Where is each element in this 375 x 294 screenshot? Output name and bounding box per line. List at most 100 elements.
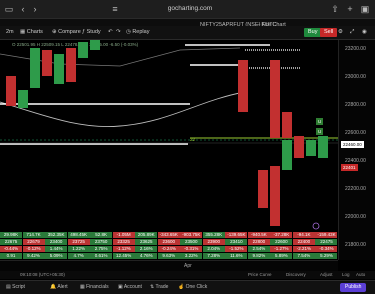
tab-trade[interactable]: ⇅ Trade [150,283,168,292]
tab-financials[interactable]: ▦ Financials [80,283,109,292]
stats-row: 29.98K 714.7K 352.35K 498.45K 52.8K -1.05M 205… [0,232,338,238]
tab-label: One Click [185,284,208,290]
footprint-candle[interactable] [294,136,304,158]
price-curve-toggle[interactable]: Price Curve [248,271,272,279]
settings-icon[interactable]: ⚙ [338,28,343,37]
stats-cell: 12.45% [112,253,135,259]
price-tick: 23000.00 [345,74,366,80]
chevron-left-icon[interactable]: ‹ [18,4,28,14]
adjust-toggle[interactable]: Adjust [320,271,333,279]
footprint-candle[interactable] [6,76,16,106]
stats-cell: 2.54% [247,246,270,252]
stats-cell: 23410 [225,239,248,245]
buy-button[interactable]: Buy [304,28,322,37]
status-row: 09:10:08 (UTC+05:30) Price Curve Discove… [0,271,375,279]
stats-cell: 22600 [270,239,293,245]
stats-cell: 22679 [22,239,45,245]
level-badge: 22 [190,137,196,142]
stats-cell: 7.28% [202,253,225,259]
price-axis[interactable]: 23200.00 23000.00 22800.00 22600.00 2240… [338,40,375,260]
interval-selector[interactable]: 2m [6,28,14,37]
footprint-candle[interactable] [306,140,316,156]
stats-cell: 23600 [157,239,180,245]
undo-icon[interactable]: ↶ [108,28,113,37]
stats-cell: -1.12% [112,246,135,252]
footprint-candle[interactable] [54,54,64,84]
stats-cell: -37.28K [270,232,293,238]
compare-button[interactable]: ⊕ Compare [52,28,81,37]
share-icon[interactable]: ⇧ [330,4,340,14]
stats-cell: -0.12% [22,246,45,252]
price-tick: 22000.00 [345,214,366,220]
auto-toggle[interactable]: Auto [356,271,365,279]
tab-label: Financials [86,284,109,290]
stats-cell: -0.31% [180,246,203,252]
stats-cell: 52.8K [90,232,113,238]
footprint-candle[interactable] [282,112,292,138]
sidebar-icon[interactable]: ▭ [4,4,14,14]
footprint-candle[interactable] [270,60,280,138]
study-label: Study [86,29,101,35]
stats-cell: 23500 [180,239,203,245]
tab-one-click[interactable]: ☝ One Click [178,283,207,292]
stats-cell: 4.76% [135,253,158,259]
camera-icon[interactable]: ◉ [362,28,367,37]
charts-button[interactable]: ▦ Charts [20,28,43,37]
tab-label: Account [123,284,142,290]
timestamp: 09:10:08 (UTC+05:30) [20,272,65,277]
price-tick: 21800.00 [345,242,366,248]
reader-icon[interactable]: ≡ [110,4,120,14]
discovery-toggle[interactable]: Discovery [286,271,306,279]
stats-cell: -2.21% [292,246,315,252]
study-button[interactable]: ƒ Study [82,28,101,37]
stats-cell: -343.65K [157,232,180,238]
stats-cell: 1.22% [67,246,90,252]
footprint-candle[interactable] [258,170,268,208]
footprint-candle[interactable] [78,42,88,58]
stats-cell: 355.28K [202,232,225,238]
tab-label: Alert [57,284,68,290]
log-toggle[interactable]: Log [342,271,350,279]
current-price-badge: 22460.00 [341,141,364,148]
tab-account[interactable]: ▣ Account [118,283,142,292]
replay-button[interactable]: ◷ Replay [126,28,149,37]
add-tab-icon[interactable]: + [345,4,355,14]
chevron-right-icon[interactable]: › [30,4,40,14]
redo-icon[interactable]: ↷ [116,28,121,37]
footprint-candle[interactable] [318,136,328,158]
stats-cell: -1.05M [112,232,135,238]
stats-cell: 23400 [45,239,68,245]
stats-cell: 23750 [90,239,113,245]
footprint-candle[interactable] [270,166,280,226]
tab-alert[interactable]: 🔔 Alert [50,283,68,292]
stats-cell: 11.6% [225,253,248,259]
stats-cell: 23900 [202,239,225,245]
stats-cell: 5.29% [315,253,338,259]
footprint-candle[interactable] [90,40,100,50]
footprint-candle[interactable] [30,48,40,88]
price-tick: 22200.00 [345,186,366,192]
stats-cell: 22475 [315,239,338,245]
stats-row: 22675 22679 23400 23725 23750 23325 23625 23600… [0,239,338,245]
sell-button[interactable]: Sell [320,28,338,37]
stats-cell: 23725 [67,239,90,245]
stats-cell: 29.98K [0,232,23,238]
footprint-candle[interactable] [282,140,292,170]
publish-button[interactable]: Publish [340,283,367,292]
address-bar[interactable]: gocharting.com [120,3,260,15]
stats-cell: 5.89% [270,253,293,259]
footprint-candle[interactable] [42,50,52,76]
date-tick: Apr [184,263,192,269]
compare-label: Compare [58,29,81,35]
fullscreen-icon[interactable]: ⤢ [350,28,354,37]
tabs-icon[interactable]: ▣ [360,4,370,14]
footprint-candle[interactable] [18,90,28,108]
stats-cell: -94.1K [292,232,315,238]
footprint-candle[interactable] [66,48,76,82]
tab-script[interactable]: ▤ Script [6,283,25,292]
stats-cell: 0.61% [90,253,113,259]
stats-cell: 9.63% [157,253,180,259]
stats-cell: -903.75K [180,232,203,238]
price-tick: 23200.00 [345,46,366,52]
footprint-candle[interactable] [238,60,248,112]
